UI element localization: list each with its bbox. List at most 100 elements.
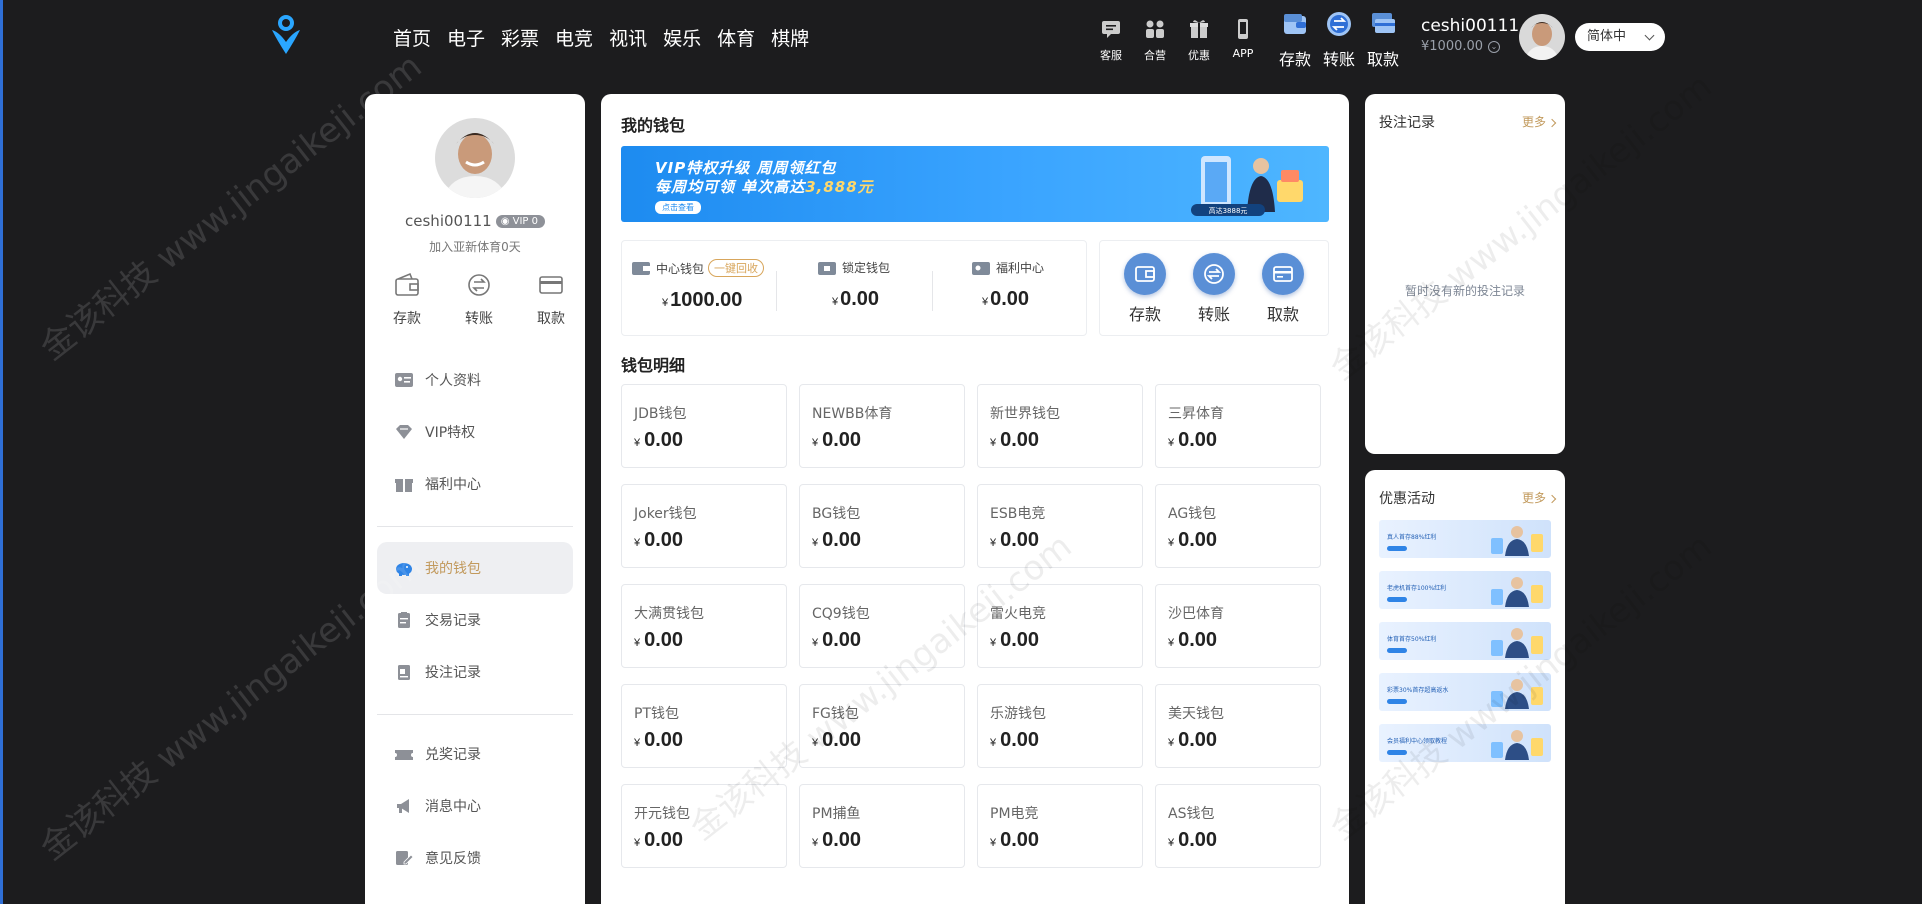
- banner-view-button[interactable]: 点击查看: [655, 201, 701, 214]
- nav-esports[interactable]: 电竞: [555, 24, 593, 51]
- sidebar-item-label: VIP特权: [425, 425, 476, 441]
- sidebar-withdraw-button[interactable]: 取款: [523, 272, 579, 328]
- currency-symbol: ¥: [1168, 437, 1175, 449]
- currency-symbol: ¥: [812, 637, 819, 649]
- sidebar-username-row: ceshi00111 ◉ VIP 0: [365, 212, 585, 230]
- promo-item[interactable]: 真人首存88%红利: [1379, 520, 1551, 558]
- vip-badge[interactable]: ◉ VIP 0: [495, 215, 545, 228]
- sidebar-item-wallet[interactable]: 我的钱包: [377, 542, 573, 594]
- wallet-detail-amount-value: 0.00: [644, 729, 684, 751]
- avatar[interactable]: [1519, 14, 1565, 60]
- promo-illustration: [1491, 526, 1543, 556]
- promo-item[interactable]: 老虎机首存100%红利: [1379, 571, 1551, 609]
- id-card-icon: [395, 373, 413, 387]
- megaphone-icon: [397, 799, 409, 813]
- promo-illustration: [1491, 577, 1543, 607]
- sidebar-item-vip[interactable]: VIP特权: [377, 406, 573, 458]
- sidebar-item-welfare[interactable]: 福利中心: [377, 458, 573, 510]
- promo-button[interactable]: [1387, 546, 1407, 551]
- wallet-detail-name: AS钱包: [1168, 806, 1215, 822]
- header-transfer-button[interactable]: 转账: [1317, 10, 1361, 70]
- promo-item[interactable]: 会员福利中心领取教程: [1379, 724, 1551, 762]
- wallet-detail-amount-value: 0.00: [822, 829, 862, 851]
- wallet-detail-card: 美天钱包 ¥0.00: [1155, 684, 1321, 768]
- header-deposit-button[interactable]: 存款: [1273, 10, 1317, 70]
- chat-icon: [1102, 21, 1120, 38]
- phone-icon: [1238, 19, 1248, 39]
- wallet-detail-amount: ¥0.00: [634, 429, 774, 452]
- sidebar-item-redeem[interactable]: 兑奖记录: [377, 728, 573, 780]
- wallet-detail-card: AG钱包 ¥0.00: [1155, 484, 1321, 568]
- wallet-detail-amount: ¥0.00: [1168, 629, 1308, 652]
- sidebar-deposit-button[interactable]: 存款: [379, 272, 435, 328]
- currency-symbol: ¥: [990, 437, 997, 449]
- wallet-detail-name: PT钱包: [634, 706, 679, 722]
- transfer-button[interactable]: 转账: [1189, 253, 1239, 325]
- app-button[interactable]: APP: [1221, 18, 1265, 63]
- wallet-detail-name: FG钱包: [812, 706, 859, 722]
- sidebar-divider: [377, 526, 573, 527]
- wallet-detail-amount: ¥0.00: [634, 629, 774, 652]
- nav-slots[interactable]: 电子: [447, 24, 485, 51]
- wallet-detail-name: PM电竞: [990, 806, 1039, 822]
- nav-home[interactable]: 首页: [393, 24, 431, 51]
- promo-button[interactable]: 优惠: [1177, 18, 1221, 63]
- promo-button[interactable]: [1387, 750, 1407, 755]
- money-tool-label: 存款: [1278, 50, 1311, 69]
- wallet-detail-amount: ¥0.00: [990, 729, 1130, 752]
- customer-service-button[interactable]: 客服: [1089, 18, 1133, 63]
- promo-button[interactable]: [1387, 648, 1407, 653]
- sidebar-action-label: 取款: [537, 311, 565, 327]
- partner-button[interactable]: 合营: [1133, 18, 1177, 63]
- currency-symbol: ¥: [634, 737, 641, 749]
- sidebar-item-label: 个人资料: [425, 373, 481, 389]
- promo-item[interactable]: 彩票30%首存超高返水: [1379, 673, 1551, 711]
- profile-avatar[interactable]: [435, 118, 515, 198]
- nav-cards[interactable]: 棋牌: [771, 24, 809, 51]
- wallet-detail-name: 三昇体育: [1168, 406, 1224, 422]
- nav-entertainment[interactable]: 娱乐: [663, 24, 701, 51]
- sidebar-item-label: 交易记录: [425, 613, 481, 629]
- nav-lottery[interactable]: 彩票: [501, 24, 539, 51]
- promotions-more-link[interactable]: 更多: [1522, 489, 1555, 506]
- chevron-down-icon[interactable]: ⌄: [1488, 40, 1501, 53]
- promo-button[interactable]: [1387, 597, 1407, 602]
- wallet-detail-grid: JDB钱包 ¥0.00 NEWBB体育 ¥0.00 新世界钱包 ¥0.00 三昇体育 ¥0.0…: [621, 384, 1333, 868]
- sidebar-item-feedback[interactable]: 意见反馈: [377, 832, 573, 884]
- promo-item[interactable]: 体育首存50%红利: [1379, 622, 1551, 660]
- language-select[interactable]: 简体中: [1575, 23, 1665, 51]
- wallet-detail-name: CQ9钱包: [812, 606, 870, 622]
- recall-all-button[interactable]: 一键回收: [708, 259, 765, 277]
- nav-sports[interactable]: 体育: [717, 24, 755, 51]
- sidebar-item-profile[interactable]: 个人资料: [377, 354, 573, 406]
- currency-symbol: ¥: [982, 296, 989, 308]
- wallet-detail-name: 雷火电竞: [990, 606, 1046, 622]
- vip-promo-banner[interactable]: VIP特权升级 周周领红包 每周均可领 单次高达3,888元 点击查看 高达38…: [621, 146, 1329, 222]
- wallet-detail-card: 开元钱包 ¥0.00: [621, 784, 787, 868]
- lock-wallet-icon: [818, 261, 836, 275]
- header-user-info[interactable]: ceshi00111 ¥1000.00 ⌄: [1421, 16, 1519, 54]
- promo-text: 体育首存50%红利: [1387, 636, 1437, 643]
- bet-records-more-link[interactable]: 更多: [1522, 113, 1555, 130]
- op-label: 取款: [1266, 305, 1299, 324]
- wallet-detail-amount-value: 0.00: [644, 529, 684, 551]
- wallet-detail-amount: ¥0.00: [990, 629, 1130, 652]
- deposit-button[interactable]: 存款: [1120, 253, 1170, 325]
- nav-live[interactable]: 视讯: [609, 24, 647, 51]
- withdraw-button[interactable]: 取款: [1258, 253, 1308, 325]
- wallet-detail-card: PM电竞 ¥0.00: [977, 784, 1143, 868]
- sidebar-item-transactions[interactable]: 交易记录: [377, 594, 573, 646]
- sidebar-item-label: 福利中心: [425, 477, 481, 493]
- sidebar-transfer-button[interactable]: 转账: [451, 272, 507, 328]
- wallet-detail-card: ESB电竞 ¥0.00: [977, 484, 1143, 568]
- sidebar-item-bets[interactable]: 投注记录: [377, 646, 573, 698]
- sidebar-item-messages[interactable]: 消息中心: [377, 780, 573, 832]
- piggy-bank-icon: [396, 563, 412, 576]
- brand-logo[interactable]: [269, 14, 303, 56]
- header-withdraw-button[interactable]: 取款: [1361, 10, 1405, 70]
- deposit-icon: [1284, 14, 1306, 34]
- promo-button[interactable]: [1387, 699, 1407, 704]
- money-tool-label: 转账: [1322, 50, 1355, 69]
- wallet-detail-name: BG钱包: [812, 506, 861, 522]
- tool-label: 客服: [1100, 49, 1122, 62]
